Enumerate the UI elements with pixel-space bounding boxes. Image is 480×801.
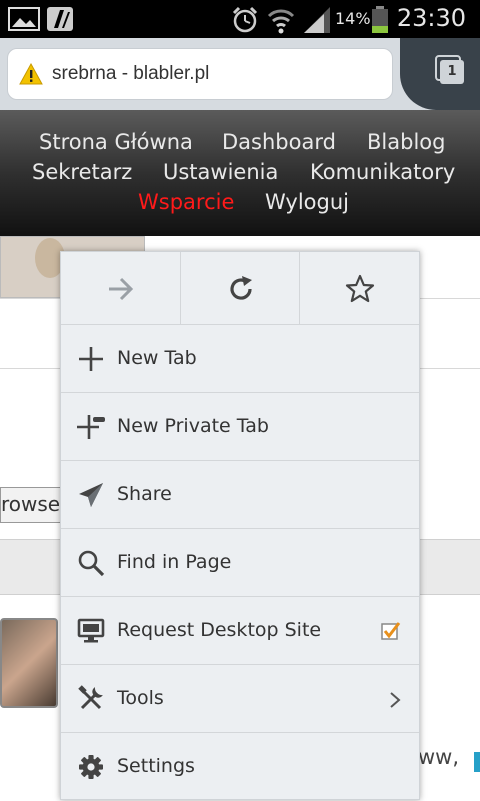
clock: 23:30 xyxy=(396,4,466,32)
tabs-count[interactable]: 1 xyxy=(440,60,464,84)
alarm-icon xyxy=(232,6,258,33)
menu-item-settings[interactable]: Settings xyxy=(61,733,419,801)
chevron-right-icon xyxy=(390,692,401,708)
menu-item-label: Settings xyxy=(117,755,195,777)
site-navigation: Strona Główna Dashboard Blablog Sekretar… xyxy=(0,110,480,236)
share-icon xyxy=(79,483,103,507)
nav-link-strona-glowna[interactable]: Strona Główna xyxy=(39,130,193,154)
page-accent-mark xyxy=(474,752,480,772)
nav-link-komunikatory[interactable]: Komunikatory xyxy=(310,160,455,184)
nav-link-blablog[interactable]: Blablog xyxy=(367,130,445,154)
menu-item-find-in-page[interactable]: Find in Page xyxy=(61,529,419,597)
menu-item-request-desktop-site[interactable]: Request Desktop Site xyxy=(61,597,419,665)
avatar[interactable] xyxy=(0,618,58,708)
warning-icon xyxy=(19,63,43,85)
nav-link-wyloguj[interactable]: Wyloguj xyxy=(265,190,349,214)
browse-text: rowse. xyxy=(1,492,66,516)
battery-icon xyxy=(372,6,388,33)
status-bar: 14% 23:30 xyxy=(0,0,480,38)
forward-icon xyxy=(109,277,134,301)
menu-item-new-private-tab[interactable]: New Private Tab xyxy=(61,393,419,461)
desktop-site-checkbox[interactable] xyxy=(381,621,401,641)
forward-button[interactable] xyxy=(61,252,180,325)
menu-item-label: Find in Page xyxy=(117,551,232,573)
app-notification-icon xyxy=(47,7,73,31)
menu-item-share[interactable]: Share xyxy=(61,461,419,529)
page-text-fragment: ww, xyxy=(418,745,460,769)
image-notification-icon xyxy=(8,7,40,31)
private-tab-icon xyxy=(77,415,105,439)
reload-icon xyxy=(230,276,252,300)
bookmark-button[interactable] xyxy=(299,252,418,325)
url-field[interactable]: srebrna - blabler.pl xyxy=(7,48,393,100)
menu-item-label: Request Desktop Site xyxy=(117,619,322,641)
url-text: srebrna - blabler.pl xyxy=(52,63,210,84)
gear-icon xyxy=(79,755,103,779)
desktop-icon xyxy=(77,618,105,643)
nav-link-wsparcie[interactable]: Wsparcie xyxy=(138,190,234,214)
signal-icon xyxy=(304,7,330,33)
bookmark-star-icon xyxy=(345,274,375,303)
menu-item-new-tab[interactable]: New Tab xyxy=(61,325,419,393)
plus-icon xyxy=(79,347,103,371)
nav-link-dashboard[interactable]: Dashboard xyxy=(222,130,336,154)
search-icon xyxy=(78,550,105,577)
browse-button[interactable]: rowse. xyxy=(0,487,66,523)
menu-toolbar xyxy=(61,252,419,325)
browser-overflow-menu: New Tab New Private Tab Share Find in Pa… xyxy=(60,251,420,800)
reload-button[interactable] xyxy=(180,252,299,325)
battery-percentage: 14% xyxy=(335,9,371,28)
menu-item-label: New Private Tab xyxy=(117,415,269,437)
menu-item-label: Share xyxy=(117,483,172,505)
browser-toolbar: srebrna - blabler.pl xyxy=(0,38,480,110)
nav-link-sekretarz[interactable]: Sekretarz xyxy=(32,160,132,184)
menu-item-label: Tools xyxy=(117,687,164,709)
menu-item-tools[interactable]: Tools xyxy=(61,665,419,733)
tools-icon xyxy=(78,685,103,710)
nav-link-ustawienia[interactable]: Ustawienia xyxy=(163,160,278,184)
wifi-icon xyxy=(267,9,295,34)
menu-item-label: New Tab xyxy=(117,347,197,369)
